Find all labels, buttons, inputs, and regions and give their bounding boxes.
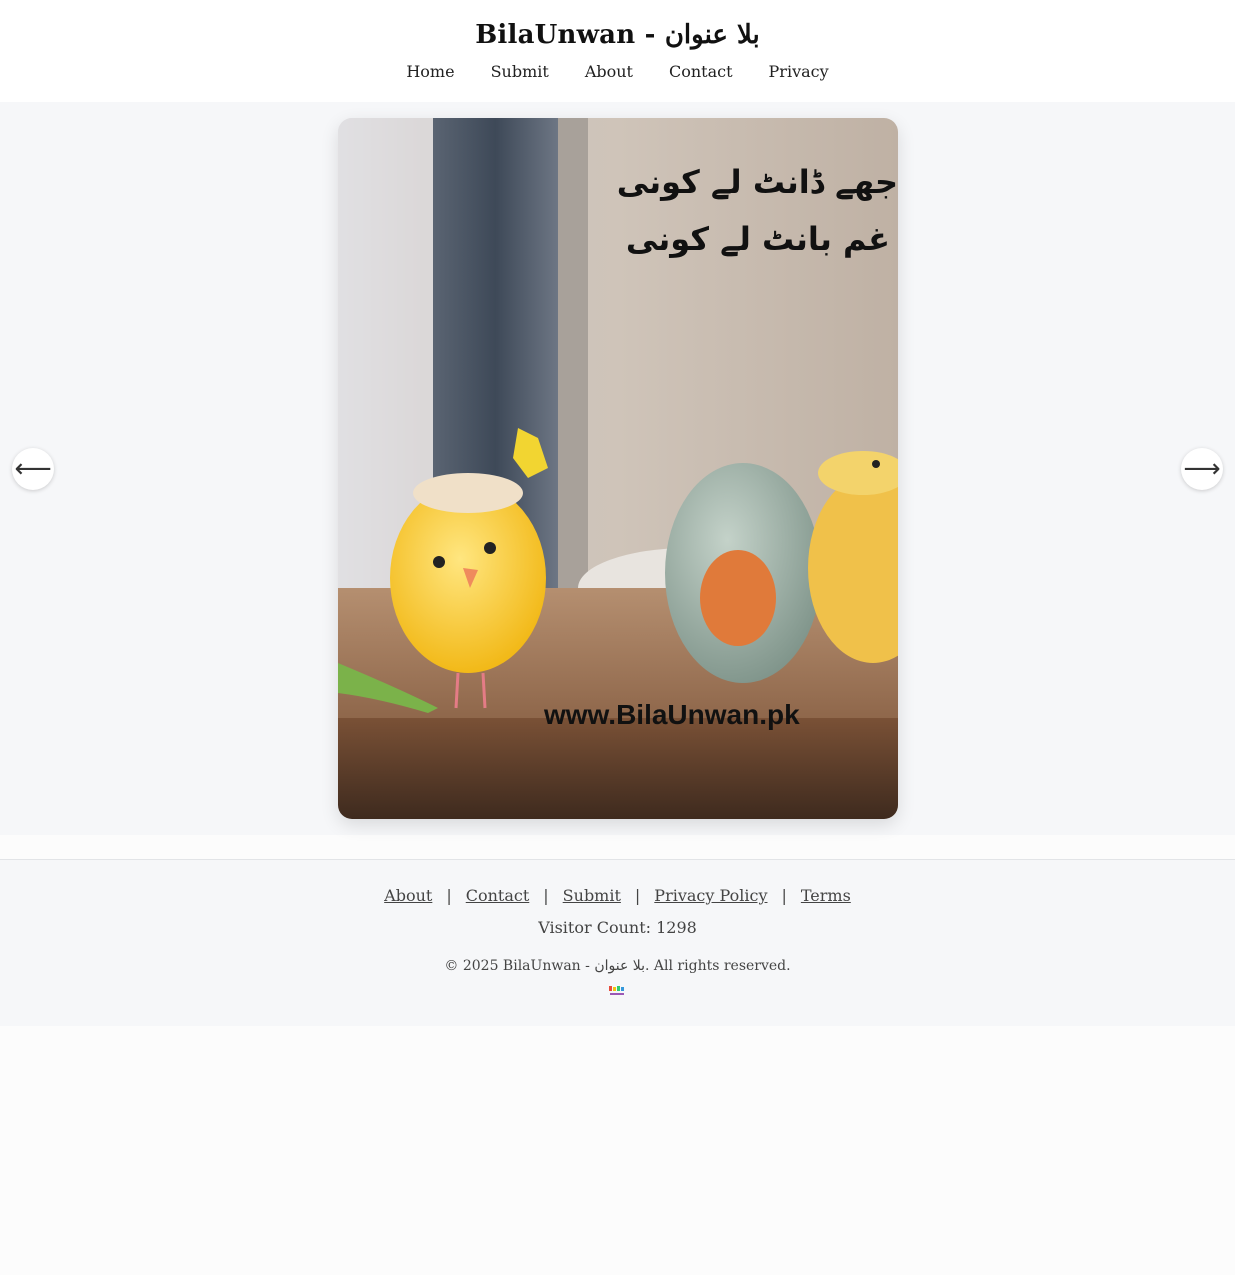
site-header: BilaUnwan - بلا عنوان Home Submit About … — [0, 0, 1235, 102]
footer-link-privacy-policy[interactable]: Privacy Policy — [654, 886, 767, 905]
main-nav: Home Submit About Contact Privacy — [0, 62, 1235, 81]
prev-arrow-button[interactable]: ⟵ — [12, 448, 54, 490]
nav-home[interactable]: Home — [406, 62, 454, 81]
footer-link-terms[interactable]: Terms — [801, 886, 851, 905]
footer-separator: | — [781, 886, 787, 905]
image-watermark: www.BilaUnwan.pk — [543, 699, 800, 730]
footer-separator: | — [446, 886, 452, 905]
footer-link-contact[interactable]: Contact — [466, 886, 530, 905]
urdu-line-2: غم بانٹ لے کونی — [626, 220, 890, 258]
visitor-count: Visitor Count: 1298 — [538, 918, 697, 937]
urdu-line-1: جھے ڈانٹ لے کونی — [617, 163, 898, 201]
footer-separator: | — [543, 886, 549, 905]
footer-link-submit[interactable]: Submit — [563, 886, 621, 905]
site-footer: About | Contact | Submit | Privacy Polic… — [0, 859, 1235, 1026]
nav-about[interactable]: About — [585, 62, 633, 81]
next-arrow-button[interactable]: ⟶ — [1181, 448, 1223, 490]
nav-contact[interactable]: Contact — [669, 62, 733, 81]
image-slider: ⟵ جھے ڈانٹ لے کونی غم بانٹ لے کونی www.B… — [0, 102, 1235, 835]
footer-separator: | — [634, 886, 641, 905]
copyright-text: © 2025 BilaUnwan - بلا عنوان. All rights… — [444, 958, 791, 974]
footer-link-about[interactable]: About — [384, 886, 432, 905]
footer-logo-icon — [607, 984, 627, 998]
footer-links: About | Contact | Submit | Privacy Polic… — [0, 886, 1235, 905]
nav-privacy[interactable]: Privacy — [769, 62, 829, 81]
arrow-left-icon: ⟵ — [14, 454, 52, 484]
nav-submit[interactable]: Submit — [491, 62, 549, 81]
site-title[interactable]: BilaUnwan - بلا عنوان — [0, 20, 1235, 50]
arrow-right-icon: ⟶ — [1183, 454, 1221, 484]
slide-image: جھے ڈانٹ لے کونی غم بانٹ لے کونی www.Bil… — [338, 118, 898, 819]
